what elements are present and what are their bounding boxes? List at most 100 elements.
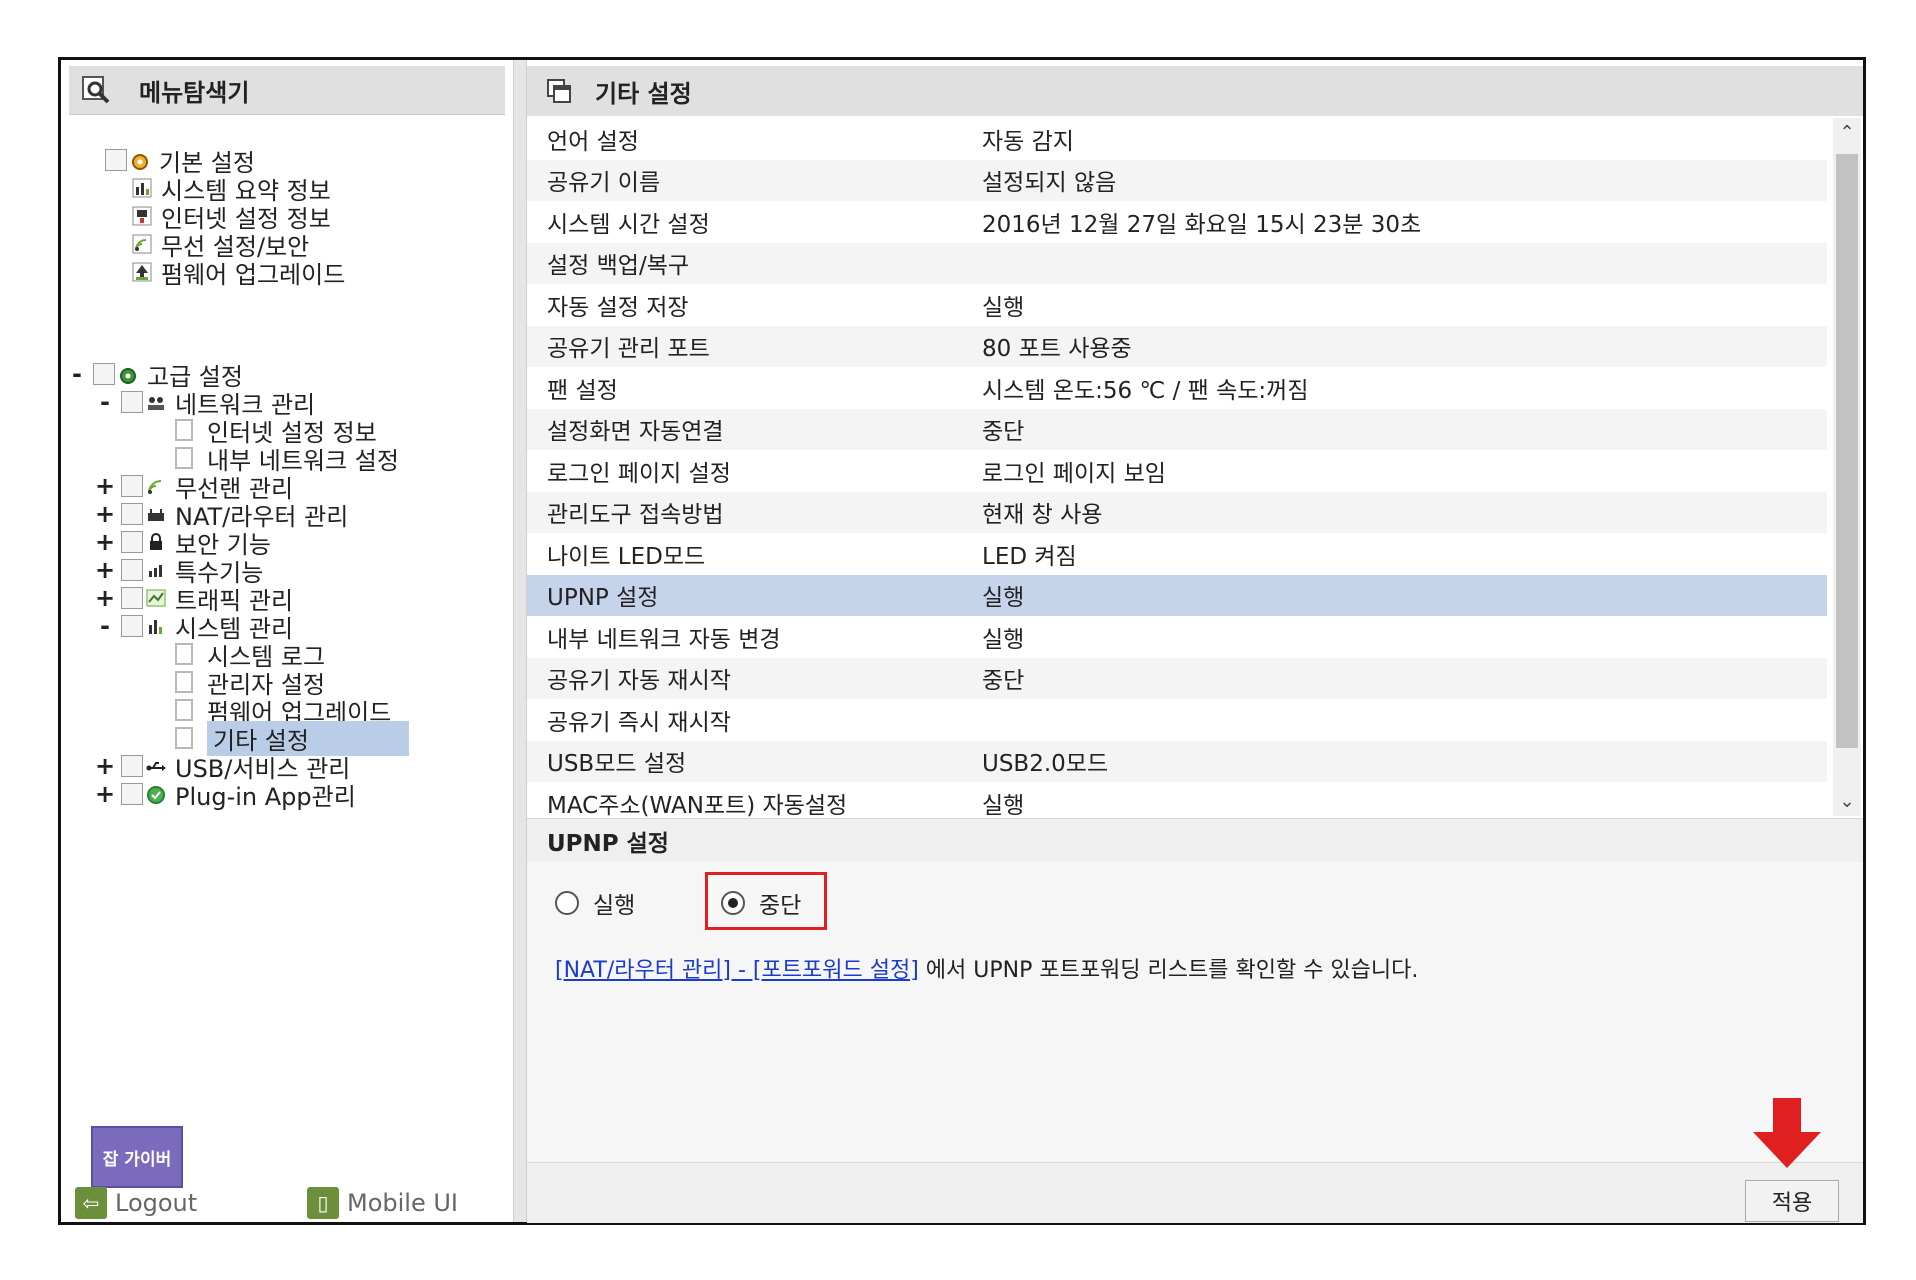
page-icon [175,671,193,693]
tree-item-firmware-upgrade[interactable]: 펌웨어 업그레이드 [131,256,345,289]
folder-icon [121,475,143,497]
bottom-bar [527,1162,1863,1223]
plugin-icon [147,786,165,804]
setting-name: 자동 설정 저장 [547,294,689,321]
search-icon [82,76,110,104]
folder-icon [121,615,143,637]
settings-panel: 기타 설정 언어 설정 자동 감지 공유기 이름 설정되지 않음 시스템 시간 설정 20… [527,60,1863,1223]
menu-explorer-panel: 메뉴탐색기 기본 설정 시스템 요약 정보 인터넷 설정 정보 무선 설정/보안 [61,60,513,1222]
apply-button[interactable]: 적용 [1745,1180,1839,1222]
setting-value: USB2.0모드 [982,751,1109,778]
setting-name: 공유기 이름 [547,170,661,197]
page-icon [175,447,193,469]
setting-value: 자동 감지 [982,128,1074,155]
setting-name: 관리도구 접속방법 [547,502,724,529]
tree-group-plugin-app[interactable]: + Plug-in App관리 [95,778,356,811]
folder-icon [121,587,143,609]
table-row[interactable]: 공유기 자동 재시작 중단 [527,657,1827,699]
setting-value: 실행 [982,626,1025,653]
table-row[interactable]: 시스템 시간 설정 2016년 12월 27일 화요일 15시 23분 30초 [527,201,1827,243]
setting-value: 실행 [982,792,1025,819]
setting-value: 실행 [982,585,1025,612]
expand-toggle[interactable]: + [95,752,115,780]
wifi-icon [148,480,162,494]
chart-icon [149,620,162,634]
setting-value: 실행 [982,294,1025,321]
setting-name: MAC주소(WAN포트) 자동설정 [547,792,848,819]
menu-explorer-title: 메뉴탐색기 [139,78,250,107]
table-row[interactable]: 공유기 관리 포트 80 포트 사용중 [527,325,1827,367]
network-users-icon [148,397,164,410]
radio-run[interactable]: 실행 [555,886,635,920]
page-icon [175,727,193,749]
table-row[interactable]: UPNP 설정 실행 [527,574,1827,616]
table-row[interactable]: 공유기 이름 설정되지 않음 [527,159,1827,201]
panel-splitter[interactable] [513,60,527,1222]
folder-icon [121,391,143,413]
scrollbar-thumb[interactable] [1836,154,1858,748]
expand-toggle[interactable]: + [95,584,115,612]
table-row[interactable]: 팬 설정 시스템 온도:56 ℃ / 팬 속도:꺼짐 [527,367,1827,409]
table-row[interactable]: 로그인 페이지 설정 로그인 페이지 보임 [527,450,1827,492]
radio-stop[interactable]: 중단 [721,886,801,920]
table-row[interactable]: 설정 백업/복구 [527,242,1827,284]
setting-value: 시스템 온도:56 ℃ / 팬 속도:꺼짐 [982,377,1309,404]
collapse-toggle[interactable]: - [67,360,87,388]
expand-toggle[interactable]: + [95,472,115,500]
folder-icon [121,531,143,553]
table-row[interactable]: 내부 네트워크 자동 변경 실행 [527,616,1827,658]
settings-header: 기타 설정 [527,66,1863,116]
table-row[interactable]: 자동 설정 저장 실행 [527,284,1827,326]
detail-panel: 실행 중단 [NAT/라우터 관리] - [포트포워드 설정] 에서 UPNP … [527,862,1863,1162]
setting-name: 공유기 자동 재시작 [547,668,731,695]
jobgaibeo-logo: 잡 가이버 [91,1126,183,1188]
expand-toggle[interactable]: + [95,500,115,528]
setting-name: 나이트 LED모드 [547,543,706,570]
note-text: 에서 UPNP 포트포워딩 리스트를 확인할 수 있습니다. [918,958,1419,983]
page-icon [175,419,193,441]
scroll-up-icon[interactable]: ⌃ [1833,122,1861,143]
table-row[interactable]: 공유기 즉시 재시작 [527,699,1827,741]
table-row[interactable]: USB모드 설정 USB2.0모드 [527,740,1827,782]
detail-title: UPNP 설정 [527,818,1863,862]
table-row[interactable]: 언어 설정 자동 감지 [527,118,1827,160]
setting-name: 설정화면 자동연결 [547,419,724,446]
port-forward-link[interactable]: [NAT/라우터 관리] - [포트포워드 설정] [555,958,919,983]
router-admin-window: 메뉴탐색기 기본 설정 시스템 요약 정보 인터넷 설정 정보 무선 설정/보안 [58,57,1866,1225]
folder-icon [121,783,143,805]
logout-icon: ⇦ [75,1187,107,1219]
special-icon [149,565,162,577]
folder-icon [121,559,143,581]
setting-value: 중단 [982,668,1025,695]
mobile-ui-button[interactable]: ▯ Mobile UI [307,1186,458,1220]
table-row[interactable]: 설정화면 자동연결 중단 [527,408,1827,450]
table-row[interactable]: 관리도구 접속방법 현재 창 사용 [527,491,1827,533]
setting-name: 설정 백업/복구 [547,253,690,280]
collapse-toggle[interactable]: - [95,612,115,640]
logout-button[interactable]: ⇦ Logout [75,1186,197,1220]
folder-icon [93,363,115,385]
setting-value: 중단 [982,419,1025,446]
upgrade-icon [132,262,152,282]
setting-name: 공유기 관리 포트 [547,336,710,363]
setting-name: USB모드 설정 [547,751,687,778]
setting-name: 내부 네트워크 자동 변경 [547,626,781,653]
expand-toggle[interactable]: + [95,780,115,808]
collapse-toggle[interactable]: - [95,388,115,416]
setting-name: 팬 설정 [547,377,618,404]
settings-table: 언어 설정 자동 감지 공유기 이름 설정되지 않음 시스템 시간 설정 2016년 12… [527,118,1827,824]
vertical-scrollbar[interactable]: ⌃ ⌄ [1833,118,1861,816]
mobile-icon: ▯ [307,1187,339,1219]
traffic-icon [146,589,166,607]
folder-icon [121,755,143,777]
expand-toggle[interactable]: + [95,556,115,584]
radio-run-circle[interactable] [555,891,579,915]
menu-explorer-header: 메뉴탐색기 [69,66,505,115]
setting-name: UPNP 설정 [547,585,659,612]
expand-toggle[interactable]: + [95,528,115,556]
scroll-down-icon[interactable]: ⌄ [1833,791,1861,812]
setting-value: 현재 창 사용 [982,502,1103,529]
radio-stop-circle[interactable] [721,891,745,915]
setting-value: 로그인 페이지 보임 [982,460,1166,487]
table-row[interactable]: 나이트 LED모드 LED 켜짐 [527,533,1827,575]
